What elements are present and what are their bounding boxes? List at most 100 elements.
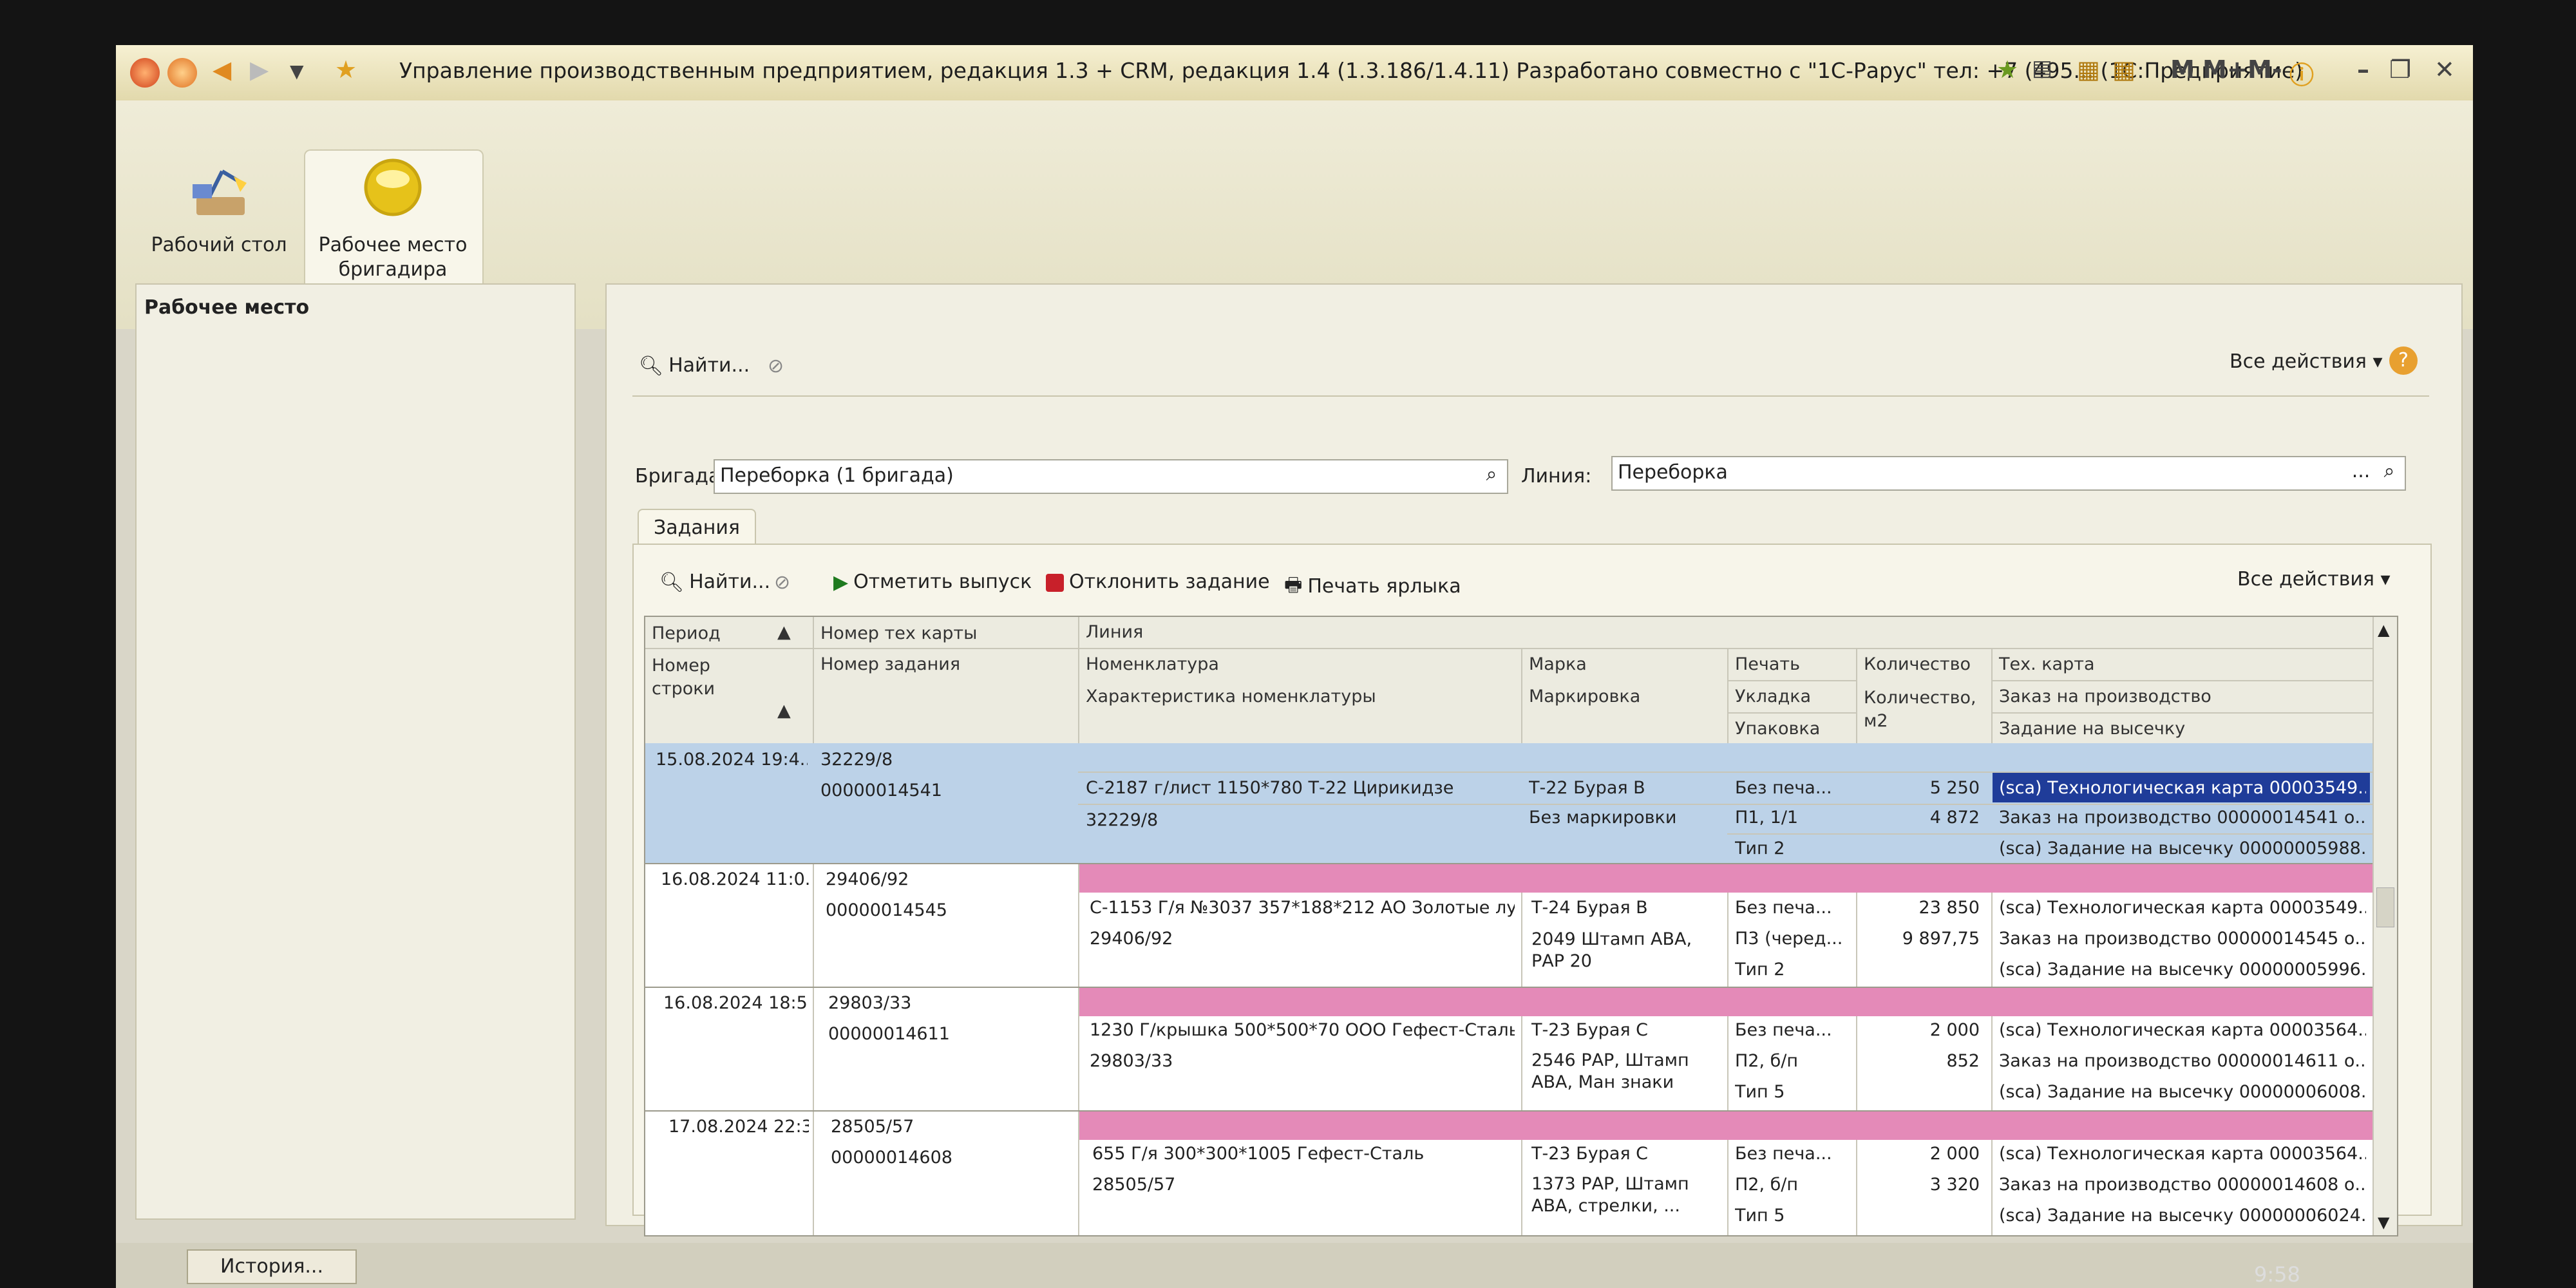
row-task: 00000014545 bbox=[826, 900, 947, 920]
row-tech-card: (sca) Технологическая карта 00003564... bbox=[1999, 1020, 2366, 1040]
row-characteristic: 29406/92 bbox=[1090, 929, 1173, 949]
row-task: 00000014608 bbox=[831, 1148, 952, 1168]
tasks-all-actions-button[interactable]: Все действия ▾ bbox=[2237, 568, 2391, 591]
favorites-icon[interactable]: ★ bbox=[1996, 55, 2018, 84]
memory-m-button[interactable]: M bbox=[2170, 55, 2195, 84]
tab-tasks[interactable]: Задания bbox=[638, 509, 756, 546]
history-button[interactable]: История... bbox=[187, 1249, 357, 1284]
row-brand: Т-23 Бурая С bbox=[1531, 1020, 1649, 1040]
col-quantity-m2[interactable]: Количество, м2 bbox=[1864, 687, 1986, 733]
scroll-up-icon[interactable]: ▲ bbox=[2378, 621, 2389, 639]
memory-plus-button[interactable]: M+ bbox=[2202, 55, 2248, 84]
row-card: 28505/57 bbox=[831, 1117, 914, 1137]
app-logo-icon[interactable] bbox=[130, 58, 160, 88]
col-period[interactable]: Период bbox=[652, 623, 721, 643]
print-label-button[interactable]: 🖶 Печать ярлыка bbox=[1284, 571, 1461, 603]
col-marking[interactable]: Маркировка bbox=[1529, 687, 1640, 706]
section-desktop[interactable]: Рабочий стол bbox=[135, 152, 303, 258]
line-search-icon[interactable]: ⌕ bbox=[2376, 460, 2402, 486]
table-scrollbar[interactable]: ▲ ▼ bbox=[2372, 617, 2397, 1235]
form-find-button[interactable]: 🔍︎ Найти... bbox=[639, 354, 750, 377]
minimize-icon[interactable]: – bbox=[2357, 55, 2369, 84]
col-cut-task[interactable]: Задание на высечку bbox=[1999, 719, 2185, 739]
close-icon[interactable]: ✕ bbox=[2434, 55, 2455, 84]
row-prod-order: Заказ на производство 00000014608 о... bbox=[1999, 1175, 2366, 1195]
menu-icon[interactable] bbox=[167, 58, 197, 88]
col-nom-characteristic[interactable]: Характеристика номенклатуры bbox=[1086, 687, 1376, 706]
page-icon[interactable]: ▤ bbox=[2032, 55, 2052, 81]
line-select-button[interactable]: ... bbox=[2348, 460, 2374, 486]
form-cancel-search-button[interactable]: ⊘ bbox=[768, 354, 789, 377]
row-prod-order: Заказ на производство 00000014611 о... bbox=[1999, 1051, 2366, 1071]
scroll-down-icon[interactable]: ▼ bbox=[2378, 1213, 2389, 1231]
reject-task-button[interactable]: Отклонить задание bbox=[1046, 571, 1270, 593]
cancel-search-icon: ⊘ bbox=[774, 571, 791, 594]
row-cut-task: (sca) Задание на высечку 00000006024... bbox=[1999, 1206, 2366, 1226]
printer-icon: 🖶 bbox=[1284, 574, 1303, 596]
col-tech-card[interactable]: Тех. карта bbox=[1999, 654, 2095, 674]
section-foreman-workplace[interactable]: Рабочее место бригадира bbox=[309, 152, 477, 282]
row-quantity: 2 000 bbox=[1929, 1144, 1980, 1164]
brigade-search-icon[interactable]: ⌕ bbox=[1479, 463, 1504, 489]
back-icon[interactable]: ◀ bbox=[213, 55, 231, 84]
brigade-value: Переборка (1 бригада) bbox=[720, 464, 954, 487]
cancel-search-icon: ⊘ bbox=[768, 355, 784, 377]
col-line[interactable]: Линия bbox=[1086, 622, 1143, 642]
row-quantity-m2: 852 bbox=[1946, 1051, 1980, 1071]
col-task-no[interactable]: Номер задания bbox=[820, 654, 960, 674]
memory-minus-button[interactable]: M- bbox=[2248, 55, 2282, 84]
col-nomenclature[interactable]: Номенклатура bbox=[1086, 654, 1219, 674]
forward-icon[interactable]: ▶ bbox=[250, 55, 269, 84]
row-period: 16.08.2024 18:5... bbox=[663, 993, 809, 1013]
reject-icon bbox=[1046, 573, 1064, 592]
tasks-cancel-search-button[interactable]: ⊘ bbox=[774, 571, 795, 594]
row-stacking: П2, б/п bbox=[1735, 1051, 1799, 1071]
row-tech-card[interactable]: (sca) Технологическая карта 00003549... bbox=[1999, 778, 2366, 798]
info-icon[interactable]: ⓘ bbox=[2289, 55, 2314, 91]
col-row-no[interactable]: Номер строки bbox=[652, 654, 755, 701]
row-quantity: 2 000 bbox=[1929, 1020, 1980, 1040]
scroll-thumb[interactable] bbox=[2376, 887, 2394, 927]
row-card: 29406/92 bbox=[826, 869, 909, 889]
col-print[interactable]: Печать bbox=[1735, 654, 1800, 674]
calculator-icon[interactable]: ▦ bbox=[2077, 55, 2100, 84]
navigation-panel: Рабочее место bbox=[135, 283, 576, 1220]
row-packing: Тип 2 bbox=[1735, 960, 1785, 980]
row-period: 15.08.2024 19:4... bbox=[656, 750, 808, 770]
row-task: 00000014541 bbox=[820, 781, 942, 800]
col-packing[interactable]: Упаковка bbox=[1735, 719, 1820, 739]
title-bar: ◀ ▶ ▼ ★ Управление производственным пред… bbox=[116, 45, 2473, 102]
brigade-field[interactable]: Переборка (1 бригада) ⌕ bbox=[714, 459, 1508, 494]
row-quantity-m2: 3 320 bbox=[1929, 1175, 1980, 1195]
section-desktop-label: Рабочий стол bbox=[151, 234, 287, 256]
tasks-tab-body: 🔍︎ Найти... ⊘ ▶ Отметить выпуск Отклонить … bbox=[632, 544, 2432, 1236]
desk-lamp-icon bbox=[184, 152, 254, 223]
row-nomenclature: С-2187 г/лист 1150*780 Т-22 Цирикидзе bbox=[1086, 778, 1454, 798]
restore-icon[interactable]: ❐ bbox=[2389, 55, 2411, 84]
col-quantity[interactable]: Количество bbox=[1864, 654, 1971, 674]
tasks-find-button[interactable]: 🔍︎ Найти... bbox=[659, 571, 770, 594]
line-label: Линия: bbox=[1521, 465, 1592, 488]
favorite-star-icon[interactable]: ★ bbox=[335, 55, 357, 84]
col-stacking[interactable]: Укладка bbox=[1735, 687, 1811, 706]
history-dropdown-icon[interactable]: ▼ bbox=[290, 61, 304, 82]
help-icon[interactable]: ? bbox=[2389, 346, 2418, 375]
line-field[interactable]: Переборка ... ⌕ bbox=[1611, 456, 2406, 491]
mark-release-button[interactable]: ▶ Отметить выпуск bbox=[833, 571, 1032, 594]
col-tech-card-no[interactable]: Номер тех карты bbox=[820, 623, 977, 643]
row-print: Без печа... bbox=[1735, 898, 1832, 918]
calendar-icon[interactable]: ▦ bbox=[2112, 55, 2136, 84]
sort-icon[interactable]: ▲ bbox=[777, 701, 791, 721]
row-task: 00000014611 bbox=[828, 1024, 950, 1044]
yellow-circle-icon bbox=[357, 152, 428, 223]
row-brand: Т-23 Бурая С bbox=[1531, 1144, 1649, 1164]
row-tech-card: (sca) Технологическая карта 00003564... bbox=[1999, 1144, 2366, 1164]
row-cut-task: (sca) Задание на высечку 00000005996... bbox=[1999, 960, 2366, 980]
row-print: Без печа... bbox=[1735, 1020, 1832, 1040]
form-all-actions-button[interactable]: Все действия ▾ bbox=[2230, 350, 2383, 373]
play-icon: ▶ bbox=[833, 571, 849, 594]
row-marking: 2049 Штамп АВА, РАР 20 bbox=[1531, 929, 1692, 971]
sort-icon[interactable]: ▲ bbox=[777, 622, 791, 642]
col-brand[interactable]: Марка bbox=[1529, 654, 1587, 674]
col-prod-order[interactable]: Заказ на производство bbox=[1999, 687, 2211, 706]
